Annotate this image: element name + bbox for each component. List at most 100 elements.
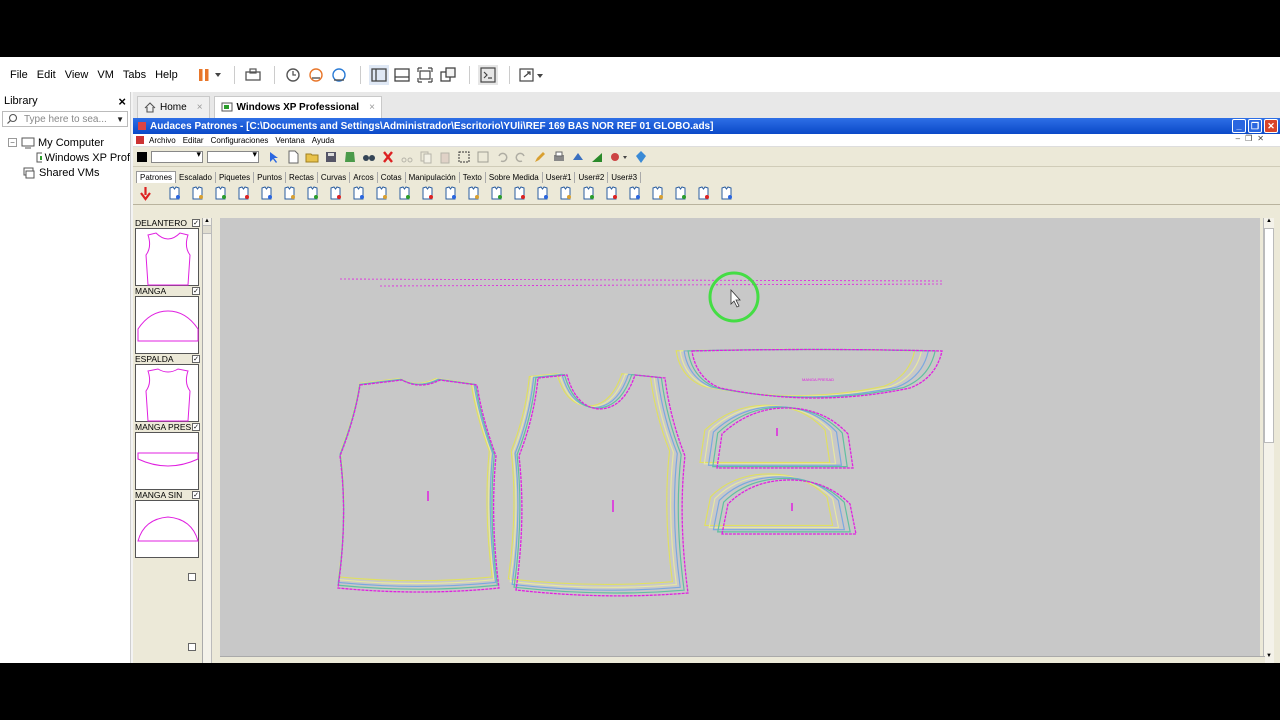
undo-icon[interactable] (495, 150, 509, 164)
sleeveless-piece[interactable] (704, 473, 857, 535)
shirt-tool-10-icon[interactable] (374, 186, 389, 201)
collapse-icon[interactable]: − (8, 138, 17, 147)
snapshot-manager-button[interactable] (329, 65, 349, 85)
puff-sleeve-piece[interactable] (699, 404, 854, 469)
measure-icon[interactable] (590, 150, 604, 164)
full-screen-button[interactable] (415, 65, 435, 85)
tool-tab-manipulaci-n[interactable]: Manipulación (406, 172, 460, 183)
console-view-button[interactable] (477, 64, 498, 85)
shirt-tool-1-icon[interactable] (167, 186, 182, 201)
scroll-down-icon[interactable]: ▼ (1264, 653, 1274, 663)
revert-snapshot-button[interactable] (306, 65, 326, 85)
show-library-button[interactable] (368, 64, 389, 85)
pause-button[interactable] (197, 65, 223, 85)
shirt-tool-15-icon[interactable] (489, 186, 504, 201)
piece-thumbnail[interactable] (135, 364, 199, 422)
shirt-tool-24-icon[interactable] (696, 186, 711, 201)
shirt-tool-23-icon[interactable] (673, 186, 688, 201)
tool-tab-rectas[interactable]: Rectas (286, 172, 318, 183)
tools-icon[interactable] (609, 150, 629, 164)
piece-visible-checkbox[interactable]: ✓ (192, 491, 200, 499)
shirt-tool-19-icon[interactable] (581, 186, 596, 201)
shirt-tool-13-icon[interactable] (443, 186, 458, 201)
piece-thumbnail[interactable] (135, 432, 199, 490)
piece-visible-checkbox[interactable] (188, 573, 196, 581)
paste-icon[interactable] (438, 150, 452, 164)
canvas-scrollbar[interactable]: ▲ ▼ (1263, 218, 1274, 663)
menu-editar[interactable]: Editar (183, 136, 204, 145)
piece-thumbnail[interactable] (135, 296, 199, 354)
piece-visible-checkbox[interactable]: ✓ (192, 219, 200, 227)
select-box-icon[interactable] (457, 150, 471, 164)
piece-visible-checkbox[interactable] (188, 643, 196, 651)
shirt-tool-25-icon[interactable] (719, 186, 734, 201)
menu-file[interactable]: File (6, 69, 32, 81)
new-file-icon[interactable] (286, 150, 300, 164)
search-dropdown-icon[interactable]: ▼ (116, 115, 124, 124)
shirt-tool-5-icon[interactable] (259, 186, 274, 201)
tool-tab-curvas[interactable]: Curvas (318, 172, 351, 183)
shirt-tool-16-icon[interactable] (512, 186, 527, 201)
select-special-icon[interactable] (476, 150, 490, 164)
shirt-tool-6-icon[interactable] (282, 186, 297, 201)
tree-item-shared-vms[interactable]: Shared VMs (0, 165, 130, 180)
menu-vm[interactable]: VM (93, 69, 118, 81)
copy-icon[interactable] (419, 150, 433, 164)
menu-view[interactable]: View (61, 69, 93, 81)
thumbnail-bar-button[interactable] (392, 65, 412, 85)
mdi-controls[interactable]: –❐✕ (1236, 134, 1269, 143)
piece-thumbnail[interactable] (135, 500, 199, 558)
front-piece[interactable] (337, 377, 500, 593)
import-arrow-icon[interactable] (138, 186, 153, 201)
close-tab-icon[interactable]: × (369, 102, 375, 113)
shirt-tool-11-icon[interactable] (397, 186, 412, 201)
tool-tab-user-3[interactable]: User#3 (608, 172, 642, 183)
tab-home[interactable]: Home × (137, 96, 210, 118)
cut-icon[interactable] (400, 150, 414, 164)
print-icon[interactable] (552, 150, 566, 164)
tool-tab-sobre-medida[interactable]: Sobre Medida (486, 172, 543, 183)
stretch-guest-button[interactable] (518, 65, 546, 85)
tool-tab-puntos[interactable]: Puntos (254, 172, 286, 183)
shirt-tool-22-icon[interactable] (650, 186, 665, 201)
scroll-thumb[interactable] (1264, 228, 1274, 443)
maximize-button[interactable]: ❐ (1248, 119, 1262, 133)
tool-tab-user-2[interactable]: User#2 (575, 172, 609, 183)
tool-tab-cotas[interactable]: Cotas (378, 172, 406, 183)
pattern-canvas[interactable]: MANGA PRESAD (220, 218, 1260, 658)
open-folder-icon[interactable] (305, 150, 319, 164)
save-icon[interactable] (324, 150, 338, 164)
tree-item-my-computer[interactable]: − My Computer (0, 135, 130, 150)
scroll-up-icon[interactable]: ▲ (203, 218, 211, 226)
shirt-tool-18-icon[interactable] (558, 186, 573, 201)
line-width-combo[interactable] (207, 149, 259, 163)
shirt-tool-17-icon[interactable] (535, 186, 550, 201)
menu-tabs[interactable]: Tabs (119, 69, 150, 81)
shirt-tool-21-icon[interactable] (627, 186, 642, 201)
tool-tab-piquetes[interactable]: Piquetes (216, 172, 255, 183)
close-library-icon[interactable]: × (118, 94, 126, 109)
redo-icon[interactable] (514, 150, 528, 164)
edit-icon[interactable] (533, 150, 547, 164)
piece-thumbnail[interactable] (135, 228, 199, 286)
tool-tab-arcos[interactable]: Arcos (350, 172, 378, 183)
menu-edit[interactable]: Edit (33, 69, 60, 81)
find-icon[interactable] (362, 150, 376, 164)
menu-configuraciones[interactable]: Configuraciones (211, 136, 269, 145)
back-piece[interactable] (507, 373, 689, 597)
minimize-button[interactable]: _ (1232, 119, 1246, 133)
shirt-tool-3-icon[interactable] (213, 186, 228, 201)
shirt-tool-8-icon[interactable] (328, 186, 343, 201)
shirt-tool-14-icon[interactable] (466, 186, 481, 201)
close-button[interactable]: ✕ (1264, 119, 1278, 133)
shirt-tool-7-icon[interactable] (305, 186, 320, 201)
tool-tab-user-1[interactable]: User#1 (543, 172, 576, 183)
sleeve-piece[interactable] (675, 348, 943, 399)
thumbnail-scrollbar[interactable]: ▲ (203, 218, 212, 663)
help-icon[interactable] (634, 150, 648, 164)
menu-ventana[interactable]: Ventana (275, 136, 304, 145)
line-style-combo[interactable] (151, 149, 203, 163)
shirt-tool-9-icon[interactable] (351, 186, 366, 201)
send-ctrl-alt-del-button[interactable] (243, 65, 263, 85)
piece-visible-checkbox[interactable]: ✓ (192, 287, 200, 295)
